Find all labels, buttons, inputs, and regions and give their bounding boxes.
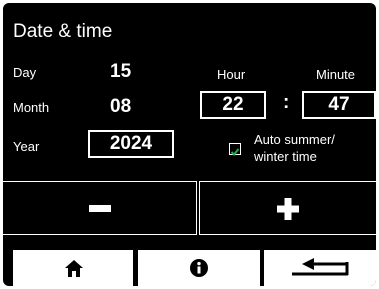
home-icon [65, 260, 83, 277]
page-title: Date & time [13, 21, 113, 42]
minute-field[interactable]: 47 [302, 91, 376, 119]
increment-button[interactable] [199, 181, 376, 235]
auto-dst-checkbox[interactable] [229, 143, 241, 156]
hour-field[interactable]: 22 [200, 91, 266, 119]
checkbox-box [229, 143, 241, 156]
year-label: Year [13, 139, 40, 154]
info-button[interactable] [138, 250, 260, 286]
return-arrow-icon [292, 258, 349, 276]
home-button[interactable] [13, 250, 133, 286]
day-value[interactable]: 15 [110, 61, 131, 83]
decrement-button[interactable] [3, 181, 197, 235]
info-icon [190, 259, 208, 277]
time-separator: : [283, 92, 290, 113]
minus-icon [89, 205, 111, 212]
month-value[interactable]: 08 [110, 96, 131, 118]
device-screen: Date & time Day 15 Month 08 Year 2024 Ho… [3, 3, 376, 286]
day-label: Day [13, 65, 37, 80]
month-label: Month [13, 100, 50, 115]
plus-icon [277, 198, 299, 220]
auto-dst-label: Auto summer/ winter time [254, 132, 335, 164]
checkmark-icon [230, 148, 240, 156]
minute-label: Minute [316, 67, 356, 82]
hour-label: Hour [217, 67, 246, 82]
back-button[interactable] [264, 250, 376, 286]
year-field[interactable]: 2024 [88, 130, 174, 158]
